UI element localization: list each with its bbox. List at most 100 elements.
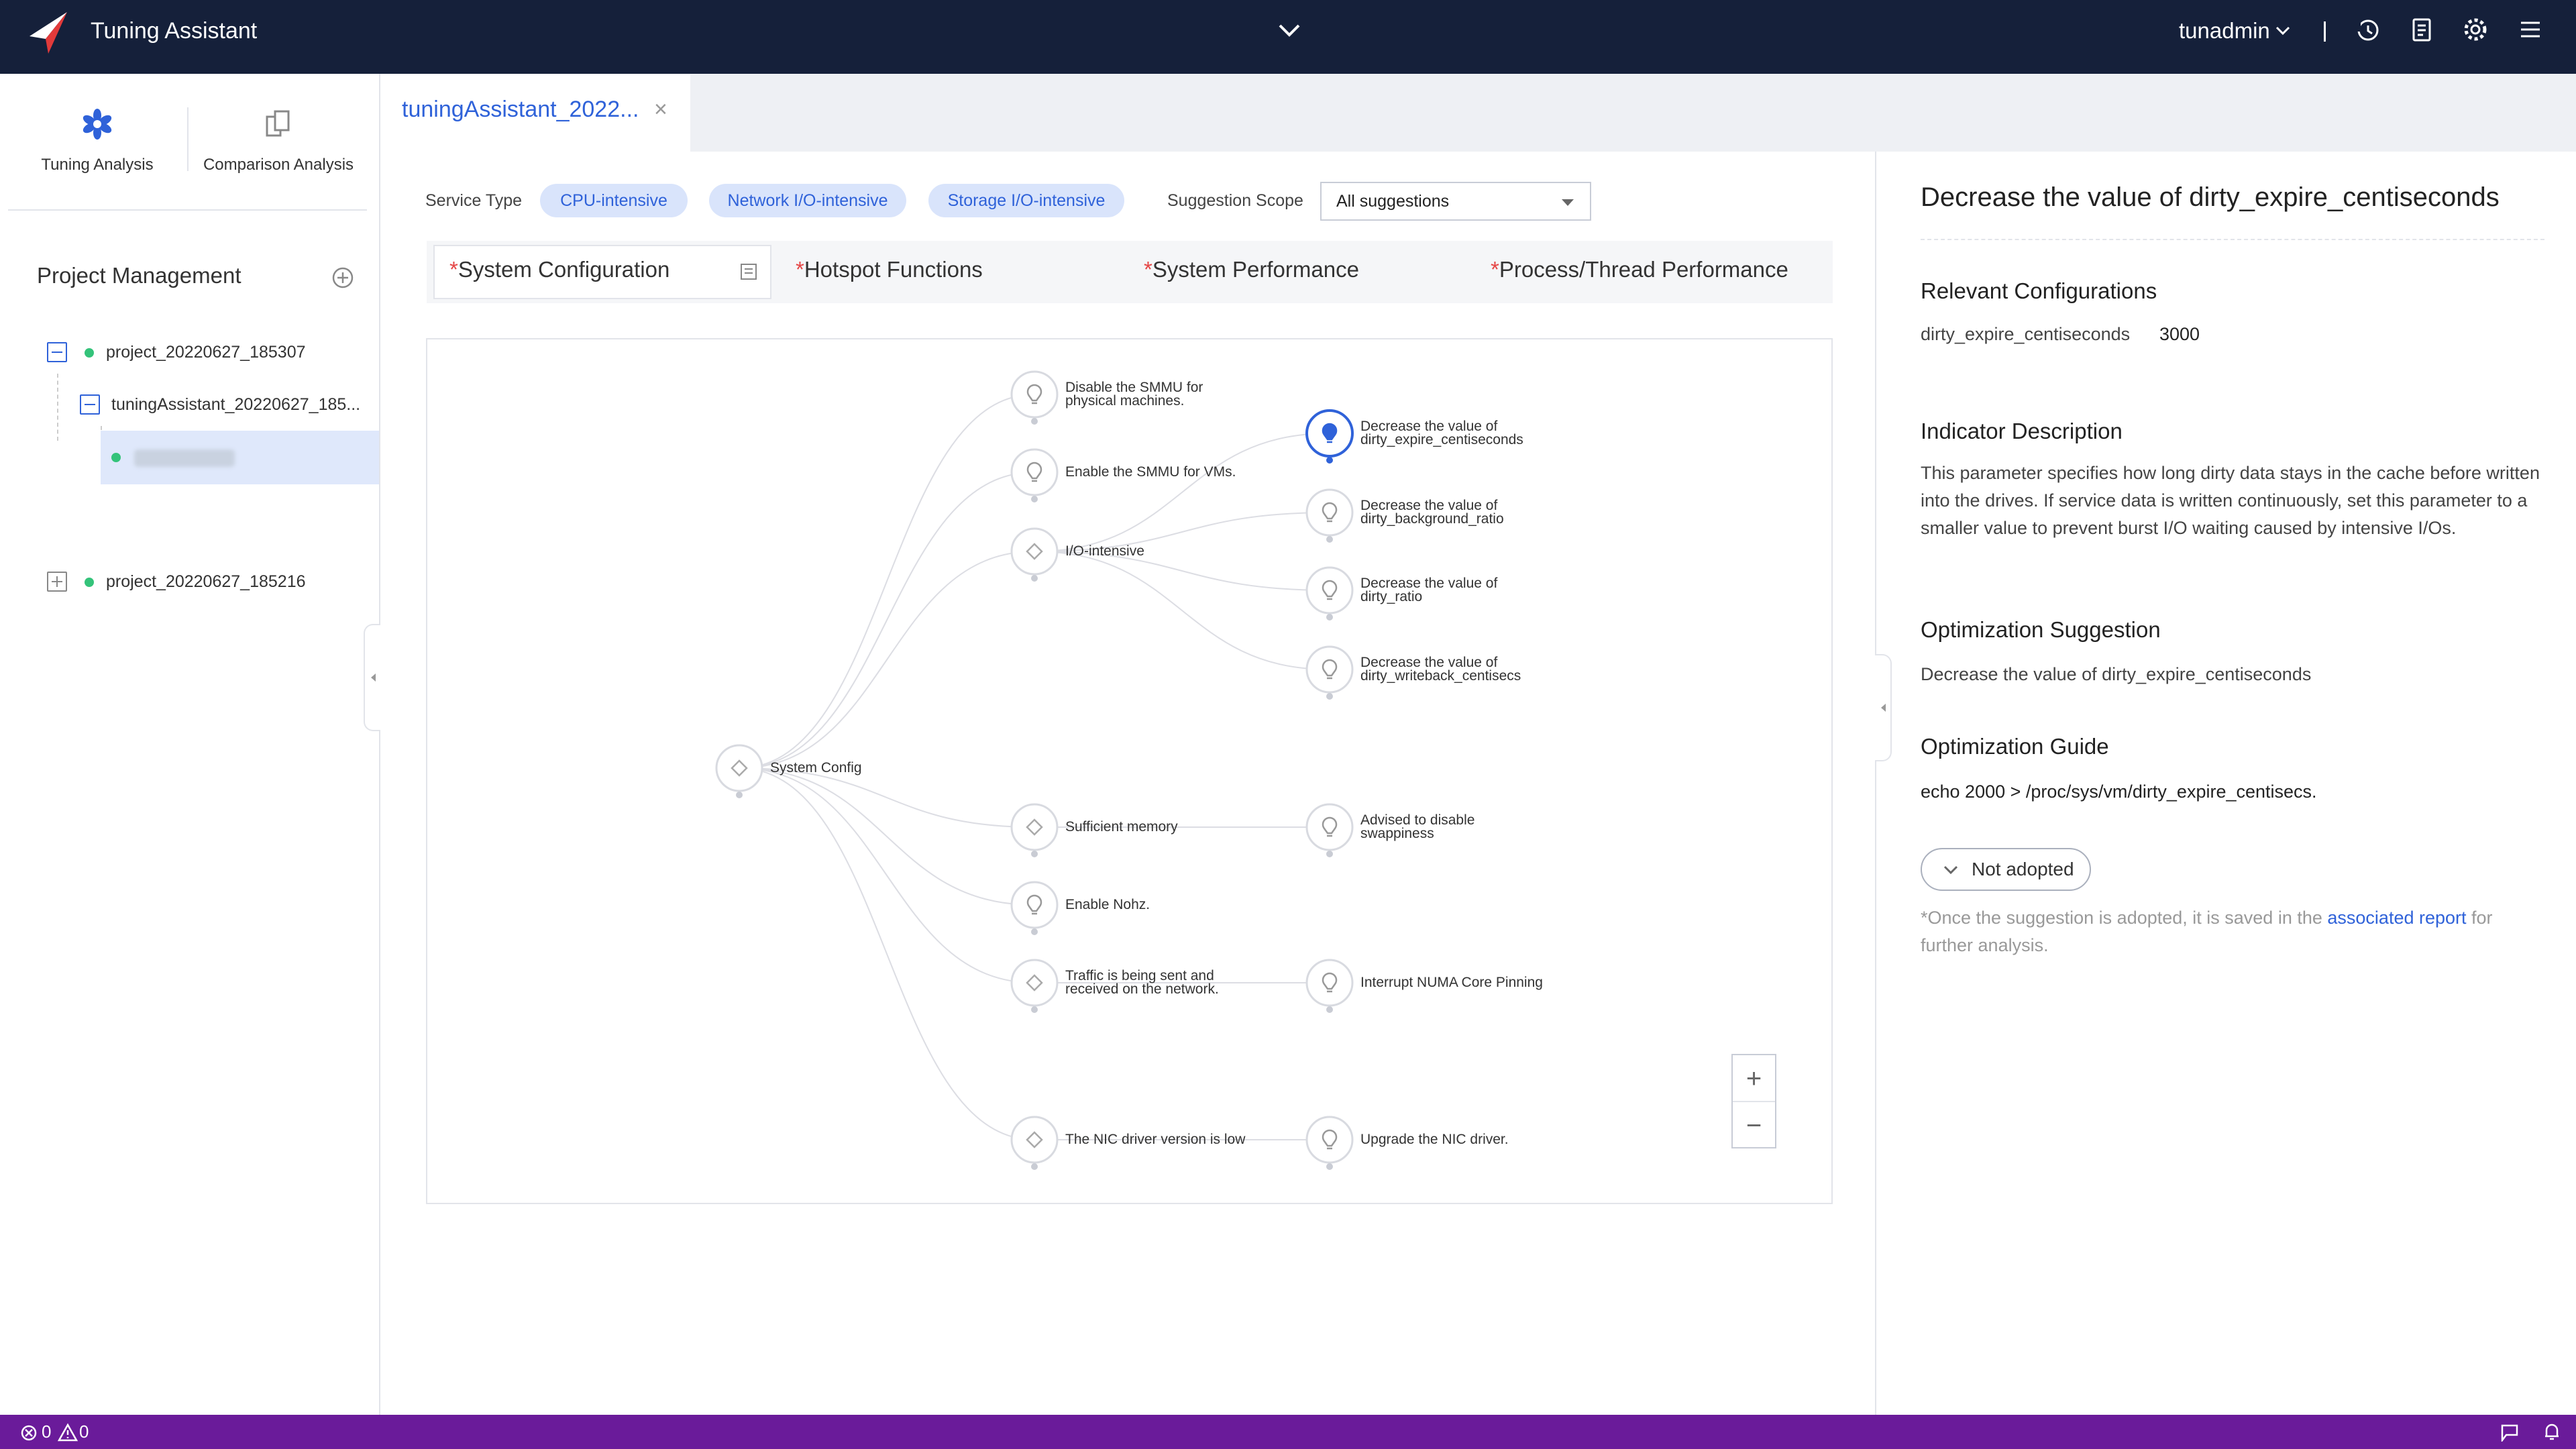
menu-icon[interactable]: [2516, 15, 2545, 44]
graph-node-label[interactable]: System Config: [770, 761, 862, 775]
graph-node-label[interactable]: Traffic is being sent and received on th…: [1065, 969, 1243, 996]
warning-icon[interactable]: [58, 1423, 78, 1442]
graph-node-label[interactable]: The NIC driver version is low: [1065, 1132, 1245, 1146]
nav-tab-comparison-analysis[interactable]: Comparison Analysis: [195, 107, 362, 181]
compare-icon: [266, 110, 290, 137]
graph-edge: [739, 472, 1035, 769]
graph-edge: [739, 767, 1035, 983]
subtab-system-performance[interactable]: *System Performance: [1144, 257, 1359, 282]
tree-item-label: project_20220627_185307: [106, 343, 306, 362]
detail-collapse-handle[interactable]: [1875, 654, 1892, 761]
diamond-icon[interactable]: [1010, 1116, 1059, 1170]
graph-node-label[interactable]: Decrease the value of dirty_writeback_ce…: [1360, 655, 1528, 683]
tab-label: tuningAssistant_2022...: [402, 97, 639, 122]
subtab-process-thread-performance[interactable]: *Process/Thread Performance: [1491, 257, 1788, 282]
collapse-icon[interactable]: [47, 342, 67, 362]
graph-node-label[interactable]: Interrupt NUMA Core Pinning: [1360, 975, 1543, 989]
caret-down-icon: [1562, 199, 1574, 206]
subtab-hotspot-functions[interactable]: *Hotspot Functions: [796, 257, 983, 282]
sidebar-collapse-handle[interactable]: [364, 624, 380, 731]
user-menu[interactable]: tunadmin: [2179, 17, 2270, 44]
graph-node-label[interactable]: I/O-intensive: [1065, 544, 1144, 558]
nav-tab-tuning-analysis[interactable]: Tuning Analysis: [13, 107, 181, 181]
error-icon[interactable]: [20, 1424, 38, 1442]
diamond-icon[interactable]: [1010, 959, 1059, 1013]
subtab-label: System Performance: [1152, 257, 1359, 282]
collapse-icon[interactable]: [80, 394, 100, 415]
copy-icon[interactable]: [739, 260, 760, 282]
zoom-out-button[interactable]: −: [1733, 1102, 1775, 1149]
diamond-icon[interactable]: [715, 744, 763, 798]
lightbulb-icon[interactable]: [1305, 645, 1354, 700]
associated-report-link[interactable]: associated report: [2327, 908, 2466, 928]
service-type-storage[interactable]: Storage I/O-intensive: [928, 184, 1124, 217]
lightbulb-icon[interactable]: [1305, 488, 1354, 543]
sidebar: Tuning Analysis Comparison Analysis Proj…: [0, 74, 380, 1415]
suggestion-scope-select[interactable]: All suggestions: [1320, 182, 1591, 221]
lightbulb-icon[interactable]: [1010, 370, 1059, 425]
diamond-icon[interactable]: [1010, 803, 1059, 857]
service-type-network[interactable]: Network I/O-intensive: [709, 184, 906, 217]
tree-item-project-2[interactable]: project_20220627_185216: [47, 571, 369, 598]
close-icon[interactable]: ×: [654, 97, 667, 123]
not-adopted-button[interactable]: Not adopted: [1921, 848, 2091, 891]
service-type-cpu[interactable]: CPU-intensive: [540, 184, 688, 217]
graph-edge: [739, 551, 1035, 769]
graph-node-label[interactable]: Advised to disable swappiness: [1360, 813, 1501, 841]
service-type-label: Service Type: [425, 191, 523, 210]
sidebar-divider: [8, 209, 367, 211]
lightbulb-icon[interactable]: [1305, 1116, 1354, 1170]
collapse-left-icon: [371, 674, 376, 682]
indicator-heading: Indicator Description: [1921, 419, 2123, 443]
lightbulb-icon[interactable]: [1305, 566, 1354, 621]
lightbulb-icon[interactable]: [1010, 448, 1059, 502]
indicator-description: This parameter specifies how long dirty …: [1921, 463, 2540, 538]
tree-item-task[interactable]: tuningAssistant_20220627_185...: [80, 394, 375, 421]
graph-node-label[interactable]: Decrease the value of dirty_ratio: [1360, 576, 1528, 604]
lightbulb-icon[interactable]: [1305, 803, 1354, 857]
diamond-icon[interactable]: [1010, 527, 1059, 582]
subtab-system-configuration[interactable]: *System Configuration: [449, 257, 669, 282]
note-text: *Once the suggestion is adopted, it is s…: [1921, 908, 2328, 928]
zoom-in-button[interactable]: +: [1733, 1055, 1775, 1102]
suggestion-graph[interactable]: System Config Disable the SMMU for physic…: [426, 338, 1833, 1204]
collapse-right-icon: [1881, 704, 1886, 712]
graph-node-label[interactable]: Upgrade the NIC driver.: [1360, 1132, 1509, 1146]
graph-node-label[interactable]: Sufficient memory: [1065, 820, 1178, 834]
feedback-icon[interactable]: [2500, 1423, 2520, 1442]
graph-node-label[interactable]: Decrease the value of dirty_background_r…: [1360, 498, 1528, 526]
graph-edge: [1034, 433, 1330, 552]
nav-tab-label: Comparison Analysis: [203, 156, 354, 174]
tab-tuning-assistant[interactable]: tuningAssistant_2022... ×: [382, 74, 690, 152]
graph-node-label[interactable]: Enable the SMMU for VMs.: [1065, 465, 1236, 479]
history-icon[interactable]: [2353, 15, 2383, 44]
report-icon[interactable]: [2407, 15, 2436, 44]
lightbulb-icon[interactable]: [1010, 881, 1059, 935]
tree-item-project-1[interactable]: project_20220627_185307: [47, 341, 369, 368]
not-adopted-label: Not adopted: [1972, 859, 2074, 879]
tree-item-label: project_20220627_185216: [106, 572, 306, 591]
user-chevron-icon[interactable]: [2274, 24, 2292, 38]
lightbulb-icon[interactable]: [1305, 959, 1354, 1013]
chevron-down-icon[interactable]: [1276, 20, 1303, 40]
adoption-note: *Once the suggestion is adopted, it is s…: [1921, 904, 2544, 959]
optimization-guide-text: echo 2000 > /proc/sys/vm/dirty_expire_ce…: [1921, 782, 2317, 802]
gear-icon[interactable]: [2461, 15, 2490, 44]
optimization-suggestion-text: Decrease the value of dirty_expire_centi…: [1921, 664, 2312, 684]
tree-item-selected[interactable]: [101, 431, 379, 484]
graph-node-label[interactable]: Decrease the value of dirty_expire_centi…: [1360, 419, 1528, 447]
bell-icon[interactable]: [2542, 1421, 2561, 1442]
add-project-icon[interactable]: [331, 266, 354, 289]
lightbulb-icon[interactable]: [1305, 409, 1354, 464]
warning-count: 0: [79, 1421, 89, 1442]
scope-value: All suggestions: [1336, 192, 1450, 211]
config-value: 3000: [2159, 324, 2200, 344]
graph-edge: [739, 767, 1035, 906]
expand-icon[interactable]: [47, 572, 67, 592]
relevant-configs-heading: Relevant Configurations: [1921, 278, 2157, 303]
status-bar: 0 0: [0, 1415, 2576, 1449]
graph-node-label[interactable]: Disable the SMMU for physical machines.: [1065, 380, 1216, 408]
graph-node-label[interactable]: Enable Nohz.: [1065, 898, 1150, 912]
detail-divider: [1921, 239, 2544, 240]
tree-item-label: tuningAssistant_20220627_185...: [111, 395, 361, 414]
